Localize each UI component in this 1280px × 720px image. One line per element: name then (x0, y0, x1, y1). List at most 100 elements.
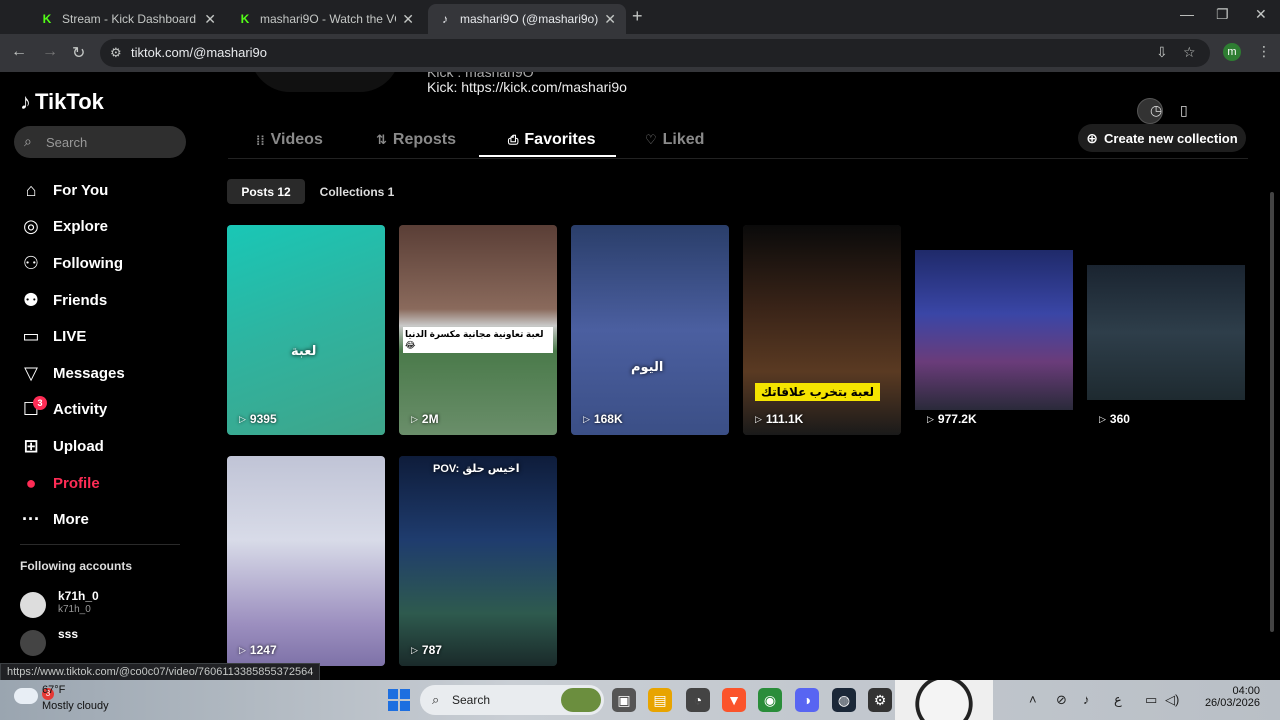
new-tab-button[interactable]: + (632, 6, 643, 27)
taskbar-search[interactable]: ⌕ Search (420, 685, 604, 715)
video-card[interactable]: لعبة بتخرب علاقاتك ▷ 111.1K (743, 225, 901, 435)
chevron-up-icon[interactable]: ˄ (1029, 692, 1037, 707)
sidebar-item-friends[interactable]: ⚉ Friends (20, 282, 190, 319)
search-box[interactable]: ⌕ (14, 126, 186, 158)
nav-label: Friends (53, 291, 108, 309)
close-icon[interactable]: ✕ (204, 11, 216, 28)
sidebar-item-messages[interactable]: ▽ Messages (20, 355, 190, 392)
home-icon: ⌂ (25, 179, 37, 200)
browser-tab[interactable]: K Stream - Kick Dashboard ✕ (30, 4, 226, 34)
view-count-text: 787 (421, 643, 442, 657)
sidebar-item-profile[interactable]: ● Profile (20, 465, 190, 502)
view-count: ▷ 977.2K (927, 412, 977, 426)
mic-icon[interactable]: ♪ (1083, 692, 1090, 707)
following-account[interactable]: sss ㅤㅤㅤ (20, 627, 190, 659)
task-view-icon[interactable]: ▣ (612, 688, 636, 712)
kick-icon: K (42, 12, 52, 26)
video-card[interactable]: ▷ 1247 (227, 456, 385, 666)
avatar (20, 592, 46, 618)
forward-button[interactable]: → (42, 43, 58, 61)
address-bar[interactable]: ⚙ tiktok.com/@mashari9o ⇩ ☆ (100, 39, 1210, 67)
profile-avatar (250, 72, 400, 92)
browser-profile-avatar[interactable]: m (1223, 43, 1241, 61)
bio-link[interactable]: Kick: https://kick.com/mashari9o (427, 79, 627, 95)
nav-label: More (53, 511, 89, 529)
language-indicator[interactable]: ع (1114, 692, 1122, 708)
users-icon: ⚉ (22, 289, 40, 310)
phone-icon[interactable]: ▯ (1180, 102, 1188, 119)
brave-icon[interactable]: ▼ (722, 688, 746, 712)
close-icon[interactable]: ✕ (604, 11, 616, 28)
tiktok-logo[interactable]: ♪ TikTok (20, 89, 104, 115)
video-card[interactable]: لعبة ▷ 9395 (227, 225, 385, 435)
create-collection-button[interactable]: ⊕ Create new collection (1078, 124, 1246, 152)
video-card[interactable]: اليوم ▷ 168K (571, 225, 729, 435)
back-button[interactable]: ← (11, 43, 27, 61)
view-count-text: 168K (593, 412, 623, 426)
video-card[interactable]: لعبة تعاونية مجانية مكسرة الدنيا 😂 ▷ 2M (399, 225, 557, 435)
tab-videos[interactable]: ⁞⁞ Videos (256, 122, 323, 158)
view-count-text: 977.2K (937, 412, 977, 426)
browser-tab-strip: K Stream - Kick Dashboard ✕ K mashari9O … (0, 0, 1280, 34)
wifi-icon[interactable]: ▭ (1145, 692, 1157, 708)
sidebar-item-live[interactable]: ▭ LIVE (20, 318, 190, 355)
sidebar-item-activity[interactable]: ☐ 3 Activity (20, 392, 190, 429)
reload-button[interactable]: ↻ (72, 43, 85, 63)
sidebar-nav: ⌂ For You ◎ Explore ⚇ Following ⚉ Friends ▭ L… (20, 172, 190, 538)
browser-toolbar: ← → ↻ ⚙ tiktok.com/@mashari9o ⇩ ☆ m ⋮ (0, 34, 1280, 72)
clock-time: 04:00 (1232, 685, 1260, 697)
site-info-icon[interactable]: ⚙ (110, 45, 122, 61)
file-explorer-icon[interactable]: ▤ (648, 688, 672, 712)
sidebar-item-following[interactable]: ⚇ Following (20, 245, 190, 282)
windows-start-icon[interactable] (388, 689, 410, 711)
account-name: sss (58, 627, 79, 641)
app-icon[interactable]: ◔ (686, 688, 710, 712)
sidebar-item-more[interactable]: ··· More (20, 501, 190, 538)
live-icon: ▭ (22, 326, 40, 347)
close-window-button[interactable]: ✕ (1255, 6, 1267, 23)
subtab-collections[interactable]: Collections 1 (311, 179, 403, 204)
cloud-icon (14, 688, 38, 704)
volume-icon[interactable]: ◁) (1165, 692, 1179, 708)
subtab-posts[interactable]: Posts 12 (227, 179, 305, 204)
view-count-text: 2M (421, 412, 439, 426)
sidebar-item-for-you[interactable]: ⌂ For You (20, 172, 190, 209)
video-caption: اليوم (631, 359, 664, 374)
view-count-text: 111.1K (765, 412, 804, 426)
view-count-text: 360 (1109, 412, 1130, 426)
maximize-button[interactable]: ❐ (1216, 6, 1229, 23)
tab-reposts[interactable]: ⇅ Reposts (376, 122, 456, 158)
search-input[interactable] (46, 126, 178, 158)
chrome-icon[interactable]: ◉ (758, 688, 782, 712)
sidebar: ♪ TikTok ⌕ ⌂ For You ◎ Explore ⚇ Following … (0, 72, 200, 685)
video-card[interactable]: ▷ 977.2K (915, 225, 1073, 435)
following-account[interactable]: k71h_0 k71h_0 (20, 589, 190, 621)
video-card[interactable]: POV: اخيس حلق ▷ 787 (399, 456, 557, 666)
video-caption: لعبة تعاونية مجانية مكسرة الدنيا 😂 (403, 327, 553, 353)
compass-icon[interactable]: ◷ (1150, 102, 1162, 119)
discord-icon[interactable]: ◑ (795, 688, 819, 712)
settings-icon[interactable]: ⚙ (868, 688, 892, 712)
star-icon[interactable]: ☆ (1183, 44, 1196, 61)
network-off-icon[interactable]: ⊘ (1056, 692, 1067, 708)
view-count-text: 9395 (249, 412, 277, 426)
menu-icon[interactable]: ⋮ (1257, 43, 1271, 60)
browser-tab-active[interactable]: ♪ mashari9O (@mashari9o) | TikT ✕ (428, 4, 626, 34)
install-icon[interactable]: ⇩ (1156, 44, 1168, 61)
tab-liked[interactable]: ♡ Liked (645, 122, 704, 158)
wallpaper-decoration (130, 680, 310, 720)
plus-icon: ⊕ (1086, 129, 1099, 146)
page-scrollbar[interactable] (1270, 192, 1274, 632)
browser-tab[interactable]: K mashari9O - Watch the VOD o ✕ (228, 4, 424, 34)
tab-divider (228, 158, 1248, 159)
video-card[interactable]: ▷ 360 (1087, 225, 1245, 435)
system-clock[interactable]: 04:00 26/03/2026 (1200, 685, 1260, 709)
sidebar-item-upload[interactable]: ⊞ Upload (20, 428, 190, 465)
close-icon[interactable]: ✕ (402, 11, 414, 28)
view-count: ▷ 360 (1099, 412, 1130, 426)
sidebar-item-explore[interactable]: ◎ Explore (20, 209, 190, 246)
steam-icon[interactable]: ◍ (832, 688, 856, 712)
tab-favorites[interactable]: ⎙ Favorites (508, 122, 596, 158)
nav-label: Profile (53, 474, 100, 492)
minimize-button[interactable]: — (1180, 6, 1194, 22)
